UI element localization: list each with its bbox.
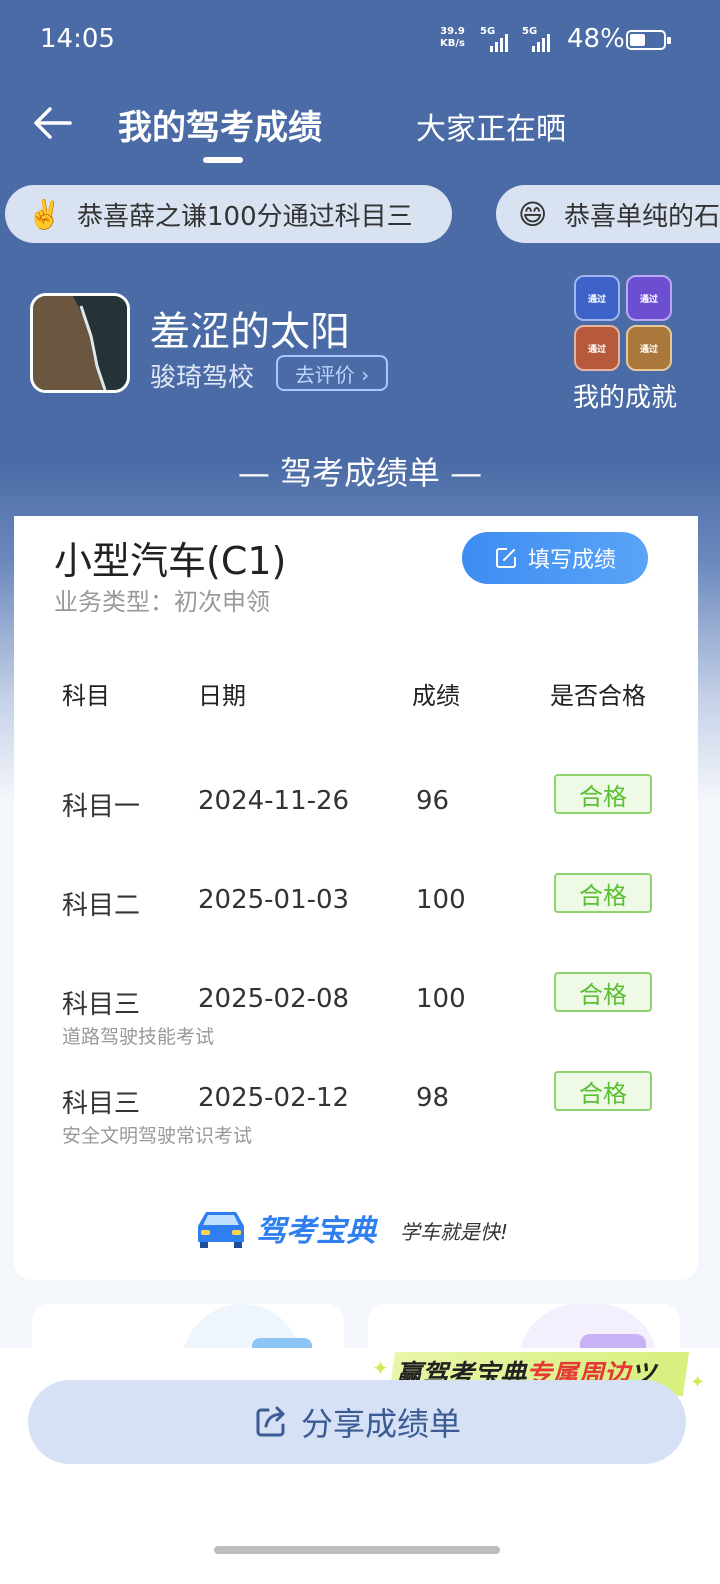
badge-subject-one-icon: 通过 <box>574 275 620 321</box>
brand-slogan: 学车就是快! <box>400 1220 509 1244</box>
battery-fill <box>630 34 645 46</box>
cell-subject: 科目二 <box>62 891 141 921</box>
badge-subject-two-icon: 通过 <box>626 275 672 321</box>
vehicle-type: 小型汽车(C1) <box>54 539 287 583</box>
status-time: 14:05 <box>40 24 115 54</box>
pass-badge: 合格 <box>554 774 652 814</box>
fill-score-label: 填写成绩 <box>527 548 616 573</box>
battery-icon <box>626 30 671 50</box>
cell-score: 98 <box>416 1083 450 1113</box>
badge-group: 通过 通过 通过 通过 <box>570 273 682 373</box>
user-name: 羞涩的太阳 <box>150 309 350 355</box>
header-date: 日期 <box>198 682 246 710</box>
cell-note: 安全文明驾驶常识考试 <box>62 1125 253 1147</box>
tab-my-scores[interactable]: 我的驾考成绩 <box>118 100 322 149</box>
avatar[interactable] <box>30 293 130 393</box>
network-speed-value: 39.9 <box>440 26 465 37</box>
top-nav: 我的驾考成绩 大家正在晒 <box>0 90 720 170</box>
table-row: 科目一 2024-11-26 96 合格 <box>14 774 698 866</box>
brand-logo: 驾考宝典 学车就是快! <box>192 1204 532 1252</box>
car-icon <box>198 1212 244 1248</box>
cell-subject: 科目三 <box>62 1089 141 1119</box>
header-score: 成绩 <box>412 682 460 710</box>
cell-date: 2025-01-03 <box>198 885 350 915</box>
ticker-item[interactable]: ✌️ 恭喜薛之谦100分通过科目三 <box>5 185 452 243</box>
header-subject: 科目 <box>62 682 110 710</box>
cell-subject: 科目三 <box>62 990 141 1020</box>
home-indicator[interactable] <box>214 1546 500 1554</box>
ticker-text: 恭喜薛之谦100分通过科目三 <box>77 201 413 232</box>
table-row: 科目二 2025-01-03 100 合格 <box>14 873 698 965</box>
signal-icon: 5G <box>480 26 520 52</box>
cell-date: 2024-11-26 <box>198 786 350 816</box>
cell-score: 100 <box>416 885 466 915</box>
network-speed: 39.9 KB/s <box>440 26 465 50</box>
victory-hand-icon: ✌️ <box>27 197 62 231</box>
cell-subject: 科目一 <box>62 792 141 822</box>
status-bar: 14:05 39.9 KB/s 5G 5G 48% <box>0 0 720 80</box>
cell-date: 2025-02-08 <box>198 984 350 1014</box>
sparkle-icon: ✦ <box>690 1372 706 1393</box>
ticker-text: 恭喜单纯的石 <box>563 201 720 232</box>
business-type: 业务类型：初次申领 <box>54 588 270 616</box>
achievements[interactable]: 通过 通过 通过 通过 我的成就 <box>570 273 682 413</box>
grinning-face-icon: 😄 <box>518 197 548 231</box>
share-label: 分享成绩单 <box>300 1405 461 1443</box>
review-button[interactable]: 去评价 › <box>276 355 388 391</box>
table-row: 科目三 2025-02-08 100 合格 道路驾驶技能考试 <box>14 972 698 1064</box>
share-icon <box>256 1406 285 1437</box>
cell-note: 道路驾驶技能考试 <box>62 1026 215 1048</box>
ticker-item[interactable]: 😄 恭喜单纯的石 <box>496 185 720 243</box>
header-pass: 是否合格 <box>550 682 646 710</box>
badge-subject-four-icon: 通过 <box>626 325 672 371</box>
driving-school: 骏琦驾校 <box>150 363 255 393</box>
badge-subject-three-icon: 通过 <box>574 325 620 371</box>
sparkle-icon: ✦ <box>372 1356 389 1380</box>
fill-score-button[interactable]: 填写成绩 <box>462 532 648 584</box>
cell-score: 96 <box>416 786 450 816</box>
achievements-label: 我的成就 <box>573 383 678 413</box>
tab-everyone-sharing[interactable]: 大家正在晒 <box>416 104 566 148</box>
signal-icon: 5G <box>522 26 562 52</box>
brand-name: 驾考宝典 <box>256 1214 376 1249</box>
pass-badge: 合格 <box>554 1071 652 1111</box>
pass-badge: 合格 <box>554 972 652 1012</box>
score-sheet-title: — 驾考成绩单 — <box>237 454 483 492</box>
cell-score: 100 <box>416 984 466 1014</box>
pass-badge: 合格 <box>554 873 652 913</box>
score-card: 小型汽车(C1) 业务类型：初次申领 填写成绩 科目 日期 成绩 是否合格 科目… <box>14 516 698 1280</box>
edit-icon <box>495 548 516 568</box>
back-arrow-icon[interactable] <box>28 98 78 148</box>
cell-date: 2025-02-12 <box>198 1083 350 1113</box>
share-score-button[interactable]: 分享成绩单 <box>28 1380 686 1464</box>
battery-percent: 48% <box>567 24 625 54</box>
tab-indicator <box>203 157 243 163</box>
table-row: 科目三 2025-02-12 98 合格 安全文明驾驶常识考试 <box>14 1071 698 1163</box>
network-speed-unit: KB/s <box>440 38 465 49</box>
